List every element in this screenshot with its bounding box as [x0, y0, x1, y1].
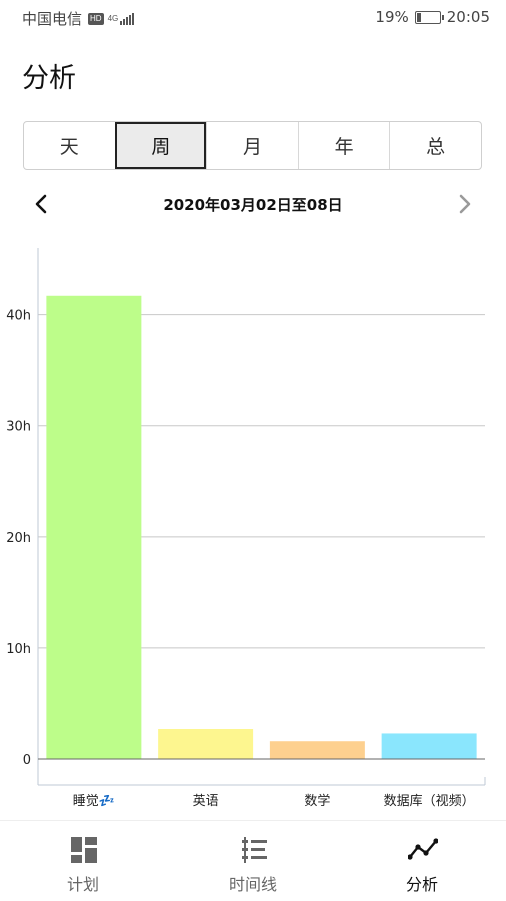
status-bar: 中国电信 HD 4G 19% 20:05: [0, 0, 506, 34]
battery-fill: [416, 12, 421, 22]
timeline-icon: [242, 837, 267, 863]
x-tick-label: 英语: [193, 794, 219, 809]
tab-month[interactable]: 月: [206, 122, 298, 169]
date-navigation: 2020年03月02日至08日: [0, 186, 506, 224]
y-tick-label: 10h: [6, 642, 31, 657]
network-type: 4G: [107, 14, 119, 23]
bottom-navigation: 计划 时间线 分析: [0, 820, 506, 901]
x-tick-label: 数据库（视频）: [384, 793, 475, 809]
tab-total[interactable]: 总: [389, 122, 481, 169]
y-tick-label: 20h: [6, 531, 31, 546]
x-tick-label: 睡觉💤: [73, 794, 115, 809]
analytics-icon: [408, 838, 438, 860]
nav-label-plan: 计划: [66, 875, 99, 894]
y-tick-label: 30h: [6, 420, 31, 435]
status-right: 19% 20:05: [375, 8, 490, 26]
bar: [158, 729, 254, 759]
period-tabs: 天 周 月 年 总: [23, 121, 482, 170]
dashboard-icon: [71, 837, 97, 863]
nav-label-analytics: 分析: [405, 875, 438, 894]
battery-percent: 19%: [375, 8, 409, 26]
carrier-name: 中国电信: [22, 10, 83, 28]
bar: [381, 733, 477, 759]
battery-icon: [414, 10, 444, 24]
bar-chart: 0 10h 20h 30h 40h 睡觉💤 英语 数学 数据库（视频）: [6, 248, 486, 809]
nav-item-timeline[interactable]: 时间线: [183, 821, 323, 901]
y-tick-label: 40h: [6, 309, 31, 324]
tab-day[interactable]: 天: [24, 122, 115, 169]
tab-week[interactable]: 周: [114, 122, 207, 169]
status-left: 中国电信 HD 4G: [22, 8, 135, 29]
next-period-button[interactable]: [452, 192, 476, 216]
nav-label-timeline: 时间线: [228, 875, 277, 894]
tab-year[interactable]: 年: [297, 122, 390, 169]
chevron-right-icon: [459, 194, 471, 214]
page-title: 分析: [22, 63, 76, 94]
y-tick-label: 0: [23, 753, 31, 768]
x-tick-label: 数学: [304, 793, 330, 809]
nav-item-analytics[interactable]: 分析: [352, 821, 492, 901]
signal-icon: [120, 12, 135, 25]
bar: [269, 741, 365, 759]
clock: 20:05: [446, 8, 490, 26]
date-range-label: 2020年03月02日至08日: [163, 196, 343, 214]
nav-item-plan[interactable]: 计划: [13, 821, 153, 901]
hd-badge: HD: [88, 12, 104, 25]
bar: [46, 295, 142, 759]
